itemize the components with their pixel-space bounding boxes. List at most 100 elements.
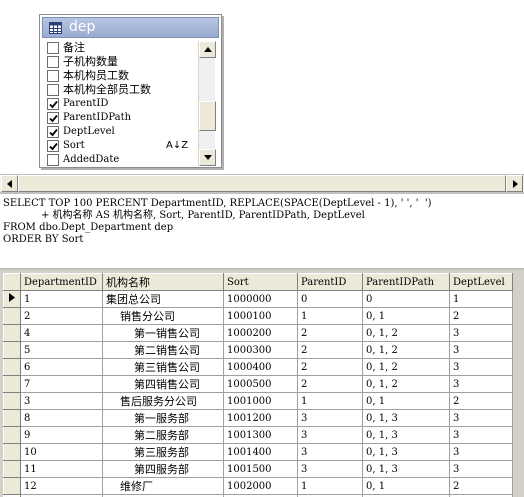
grid-cell[interactable]: 2 xyxy=(449,477,513,495)
table-row[interactable]: 8 第一服务部 1001200 3 0, 1, 33 xyxy=(3,409,513,427)
table-row[interactable]: 10 第三服务部 1001400 3 0, 1, 33 xyxy=(3,443,513,461)
grid-cell[interactable]: 0, 1 xyxy=(362,477,450,495)
horizontal-scroll-thumb[interactable] xyxy=(18,175,506,192)
grid-cell[interactable]: 0, 1, 3 xyxy=(362,460,450,478)
grid-cell[interactable]: 2 xyxy=(297,375,363,393)
field-checkbox[interactable] xyxy=(47,140,59,152)
sql-line-select[interactable]: SELECT TOP 100 PERCENT DepartmentID, REP… xyxy=(3,198,524,210)
grid-cell[interactable]: 2 xyxy=(297,358,363,376)
table-row[interactable]: 5 第二销售公司 1000300 2 0, 1, 23 xyxy=(3,341,513,359)
grid-cell[interactable]: 第一服务部 xyxy=(102,409,224,427)
diagram-horizontal-scrollbar[interactable] xyxy=(0,174,524,192)
grid-cell[interactable]: 3 xyxy=(449,324,513,342)
row-selector[interactable] xyxy=(3,392,21,410)
results-grid[interactable]: DepartmentID 机构名称 Sort ParentID ParentID… xyxy=(3,273,513,497)
grid-cell[interactable]: 1 xyxy=(297,392,363,410)
grid-cell[interactable]: 售后服务分公司 xyxy=(102,392,224,410)
grid-cell[interactable]: 3 xyxy=(449,426,513,444)
grid-cell[interactable]: 1000200 xyxy=(223,324,298,342)
row-selector[interactable] xyxy=(3,409,21,427)
row-selector[interactable] xyxy=(3,460,21,478)
row-selector[interactable] xyxy=(3,375,21,393)
row-selector-header[interactable] xyxy=(3,273,21,291)
table-row[interactable]: 4 第一销售公司 1000200 2 0, 1, 23 xyxy=(3,324,513,342)
scroll-left-button[interactable] xyxy=(1,175,18,192)
grid-cell[interactable]: 0, 1, 2 xyxy=(362,358,450,376)
grid-cell[interactable]: 6 xyxy=(20,358,103,376)
grid-cell[interactable]: 12 xyxy=(20,477,103,495)
grid-cell[interactable]: 9 xyxy=(20,426,103,444)
row-selector[interactable] xyxy=(3,307,21,325)
grid-cell[interactable]: 第四销售公司 xyxy=(102,375,224,393)
grid-cell[interactable]: 1001000 xyxy=(223,392,298,410)
grid-cell[interactable]: 第三服务部 xyxy=(102,443,224,461)
grid-cell[interactable]: 2 xyxy=(449,307,513,325)
field-row[interactable]: 本机构全部员工数 xyxy=(46,83,198,97)
grid-cell[interactable]: 0, 1 xyxy=(362,392,450,410)
grid-cell[interactable]: 3 xyxy=(297,443,363,461)
grid-cell[interactable]: 维修厂 xyxy=(102,477,224,495)
diagram-pane[interactable]: dep 备注 子机构数量 本机构员工数 本机构全部员工数 ParentID ParentI… xyxy=(0,0,524,174)
row-selector[interactable] xyxy=(3,477,21,495)
column-header[interactable]: DepartmentID xyxy=(20,273,103,291)
row-selector[interactable] xyxy=(3,358,21,376)
scroll-down-button[interactable] xyxy=(199,149,216,166)
row-selector[interactable] xyxy=(3,290,21,308)
grid-cell[interactable]: 第四服务部 xyxy=(102,460,224,478)
scroll-thumb[interactable] xyxy=(199,101,216,131)
field-checkbox[interactable] xyxy=(47,154,59,166)
grid-cell[interactable]: 1002000 xyxy=(223,477,298,495)
grid-cell[interactable]: 5 xyxy=(20,341,103,359)
grid-cell[interactable]: 1 xyxy=(297,307,363,325)
row-selector[interactable] xyxy=(3,341,21,359)
field-checkbox[interactable] xyxy=(47,84,59,96)
table-row[interactable]: 7 第四销售公司 1000500 2 0, 1, 23 xyxy=(3,375,513,393)
grid-cell[interactable]: 销售分公司 xyxy=(102,307,224,325)
field-row[interactable]: AddedDate xyxy=(46,153,198,166)
grid-cell[interactable]: 3 xyxy=(297,460,363,478)
column-header[interactable]: 机构名称 xyxy=(102,273,224,291)
grid-cell[interactable]: 3 xyxy=(449,375,513,393)
field-checkbox[interactable] xyxy=(47,42,59,54)
grid-cell[interactable]: 1001500 xyxy=(223,460,298,478)
grid-cell[interactable]: 3 xyxy=(297,409,363,427)
results-grid-pane[interactable]: DepartmentID 机构名称 Sort ParentID ParentID… xyxy=(0,268,524,497)
grid-cell[interactable]: 1001300 xyxy=(223,426,298,444)
sql-line-columns[interactable]: + 机构名称 AS 机构名称, Sort, ParentID, ParentID… xyxy=(3,210,524,222)
sql-line-from[interactable]: FROM dbo.Dept_Department dep xyxy=(3,222,524,234)
row-selector[interactable] xyxy=(3,426,21,444)
grid-cell[interactable]: 1001200 xyxy=(223,409,298,427)
grid-cell[interactable]: 1000400 xyxy=(223,358,298,376)
row-selector[interactable] xyxy=(3,443,21,461)
field-row[interactable]: ParentID xyxy=(46,97,198,111)
grid-cell[interactable]: 2 xyxy=(297,341,363,359)
table-row[interactable]: 11 第四服务部 1001500 3 0, 1, 33 xyxy=(3,460,513,478)
field-row[interactable]: DeptLevel xyxy=(46,125,198,139)
table-box-titlebar[interactable]: dep xyxy=(42,17,219,38)
sql-line-orderby[interactable]: ORDER BY Sort xyxy=(3,234,524,246)
grid-cell[interactable]: 2 xyxy=(297,324,363,342)
field-checkbox[interactable] xyxy=(47,112,59,124)
grid-cell[interactable]: 1000500 xyxy=(223,375,298,393)
table-row[interactable]: 1 集团总公司 1000000 0 0 1 xyxy=(3,290,513,308)
row-selector[interactable] xyxy=(3,324,21,342)
grid-cell[interactable]: 集团总公司 xyxy=(102,290,224,308)
grid-cell[interactable]: 3 xyxy=(449,358,513,376)
grid-cell[interactable]: 0, 1, 2 xyxy=(362,375,450,393)
field-row[interactable]: 子机构数量 xyxy=(46,55,198,69)
grid-cell[interactable]: 第二服务部 xyxy=(102,426,224,444)
grid-cell[interactable]: 第三销售公司 xyxy=(102,358,224,376)
grid-cell[interactable]: 2 xyxy=(449,392,513,410)
grid-cell[interactable]: 0 xyxy=(362,290,450,308)
field-checkbox[interactable] xyxy=(47,56,59,68)
grid-cell[interactable]: 0, 1, 2 xyxy=(362,341,450,359)
grid-cell[interactable]: 8 xyxy=(20,409,103,427)
grid-cell[interactable]: 3 xyxy=(297,426,363,444)
field-list[interactable]: 备注 子机构数量 本机构员工数 本机构全部员工数 ParentID ParentIDPat… xyxy=(46,41,198,166)
grid-cell[interactable]: 第二销售公司 xyxy=(102,341,224,359)
grid-cell[interactable]: 1001400 xyxy=(223,443,298,461)
field-row[interactable]: ParentIDPath xyxy=(46,111,198,125)
field-row[interactable]: 备注 xyxy=(46,41,198,55)
grid-cell[interactable]: 1000000 xyxy=(223,290,298,308)
table-row[interactable]: 9 第二服务部 1001300 3 0, 1, 33 xyxy=(3,426,513,444)
